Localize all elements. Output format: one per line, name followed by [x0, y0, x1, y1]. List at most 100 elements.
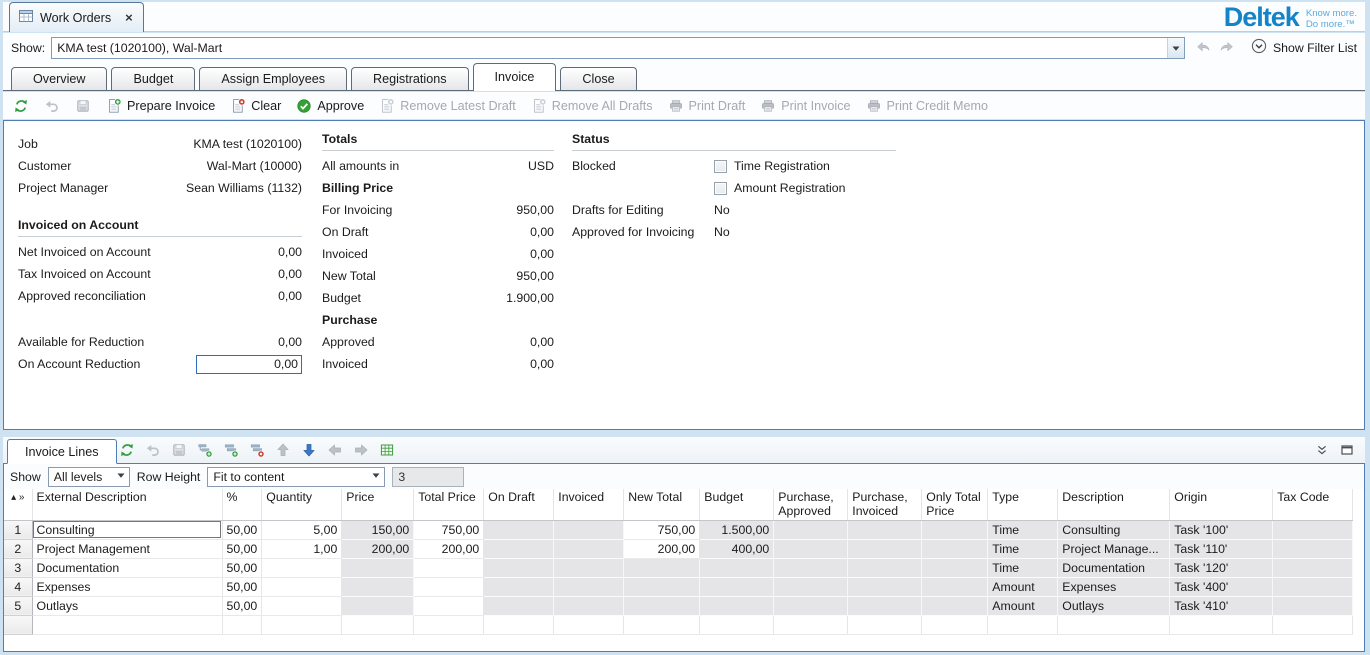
tab-overview[interactable]: Overview [11, 67, 107, 90]
col-header-price[interactable]: Price [342, 489, 414, 520]
row-number[interactable]: 1 [4, 520, 32, 539]
col-header-quantity[interactable]: Quantity [262, 489, 342, 520]
cell-[interactable]: 50,00 [222, 539, 262, 558]
show-combobox[interactable]: KMA test (1020100), Wal-Mart [51, 37, 1185, 59]
on-account-reduction-input[interactable]: 0,00 [196, 355, 302, 374]
cell-[interactable]: 50,00 [222, 558, 262, 577]
field-label: Blocked [572, 159, 714, 173]
cell-budget [700, 558, 774, 577]
refresh-icon [13, 98, 29, 114]
printer-icon [866, 98, 882, 114]
row-number[interactable]: 3 [4, 558, 32, 577]
tab-invoice[interactable]: Invoice [473, 63, 557, 91]
cell-purchase-invoiced [848, 596, 922, 615]
table-corner-cell[interactable]: ▴ » [4, 489, 32, 520]
cell-total-price[interactable] [414, 577, 484, 596]
invoice-lines-tab[interactable]: Invoice Lines [7, 439, 117, 464]
col-header-[interactable]: % [222, 489, 262, 520]
invoice-lines-panel: Invoice Lines Show All levels Row Height… [3, 437, 1365, 652]
collapse-panel-icon[interactable] [1314, 442, 1330, 460]
cell-tax-code [1273, 539, 1353, 558]
cell-origin: Task '100' [1170, 520, 1273, 539]
cell-external-description[interactable]: Outlays [32, 596, 222, 615]
cell-total-price[interactable]: 200,00 [414, 539, 484, 558]
refresh-button[interactable] [13, 98, 29, 114]
close-tab-icon[interactable]: × [125, 11, 133, 24]
cell-quantity[interactable] [262, 558, 342, 577]
cell-total-price[interactable] [414, 558, 484, 577]
nav-forward-icon [1218, 38, 1235, 57]
row-delete-icon [249, 442, 265, 458]
work-orders-document-tab[interactable]: Work Orders × [9, 2, 144, 32]
tab-assign-employees[interactable]: Assign Employees [199, 67, 347, 90]
cell-[interactable]: 50,00 [222, 577, 262, 596]
approve-button[interactable]: Approve [296, 98, 364, 114]
cell-total-price[interactable] [414, 596, 484, 615]
undo-button [44, 98, 60, 114]
col-header-purchase-invoiced[interactable]: Purchase, Invoiced [848, 489, 922, 520]
row-height-select[interactable]: Fit to content [207, 467, 385, 487]
arrow-down-button[interactable] [301, 442, 317, 458]
cell-new-total[interactable]: 200,00 [624, 539, 700, 558]
tab-budget[interactable]: Budget [111, 67, 195, 90]
show-levels-select[interactable]: All levels [48, 467, 130, 487]
col-header-origin[interactable]: Origin [1170, 489, 1273, 520]
row-add-button[interactable] [223, 442, 239, 458]
maximize-panel-icon[interactable] [1339, 442, 1355, 460]
cell-[interactable]: 50,00 [222, 596, 262, 615]
col-header-description[interactable]: Description [1058, 489, 1170, 520]
row-number[interactable]: 2 [4, 539, 32, 558]
cell-external-description[interactable]: Project Management [32, 539, 222, 558]
cell-purchase-approved [774, 558, 848, 577]
cell-description: Project Manage... [1058, 539, 1170, 558]
cell-external-description[interactable]: Documentation [32, 558, 222, 577]
cell-quantity[interactable] [262, 596, 342, 615]
cell-external-description[interactable]: Expenses [32, 577, 222, 596]
field-value: 0,00 [530, 357, 554, 371]
col-header-type[interactable]: Type [988, 489, 1058, 520]
prepare-invoice-button[interactable]: Prepare Invoice [106, 98, 215, 114]
tab-registrations[interactable]: Registrations [351, 67, 469, 90]
field-value: Wal-Mart (10000) [207, 159, 302, 173]
row-number[interactable]: 4 [4, 577, 32, 596]
grid-button[interactable] [379, 442, 395, 458]
field-row: Net Invoiced on Account0,00 [18, 241, 302, 263]
field-value: KMA test (1020100) [193, 137, 302, 151]
cell-quantity[interactable] [262, 577, 342, 596]
field-label: Invoiced [322, 357, 530, 371]
cell-quantity[interactable]: 1,00 [262, 539, 342, 558]
cell-on-draft [484, 539, 554, 558]
invoice-detail-panel: JobKMA test (1020100)CustomerWal-Mart (1… [3, 120, 1365, 430]
refresh-button[interactable] [119, 442, 135, 458]
cell-on-draft [484, 558, 554, 577]
cell-new-total[interactable]: 750,00 [624, 520, 700, 539]
checkbox-amount-registration[interactable] [714, 182, 727, 195]
row-number[interactable]: 5 [4, 596, 32, 615]
field-label: All amounts in [322, 159, 528, 173]
checkbox-time-registration[interactable] [714, 160, 727, 173]
col-header-on-draft[interactable]: On Draft [484, 489, 554, 520]
cell-[interactable]: 50,00 [222, 520, 262, 539]
col-header-external-description[interactable]: External Description [32, 489, 222, 520]
col-header-new-total[interactable]: New Total [624, 489, 700, 520]
show-filter-list-button[interactable]: Show Filter List [1251, 38, 1357, 57]
cell-total-price[interactable]: 750,00 [414, 520, 484, 539]
combo-dropdown-icon[interactable] [1167, 38, 1184, 58]
col-header-only-total-price[interactable]: Only Total Price [922, 489, 988, 520]
row-add-child-button[interactable] [197, 442, 213, 458]
cell-quantity[interactable]: 5,00 [262, 520, 342, 539]
field-label: On Account Reduction [18, 357, 196, 371]
tab-close[interactable]: Close [560, 67, 636, 90]
table-row: 2Project Management50,001,00 200,00 200,00… [4, 539, 1353, 558]
col-header-total-price[interactable]: Total Price [414, 489, 484, 520]
col-header-budget[interactable]: Budget [700, 489, 774, 520]
col-header-invoiced[interactable]: Invoiced [554, 489, 624, 520]
cell-type: Amount [988, 596, 1058, 615]
field-row: Project ManagerSean Williams (1132) [18, 177, 302, 199]
cell-external-description[interactable]: Consulting [32, 520, 222, 539]
row-delete-button[interactable] [249, 442, 265, 458]
col-header-tax-code[interactable]: Tax Code [1273, 489, 1353, 520]
clear-button[interactable]: Clear [230, 98, 281, 114]
col-header-purchase-approved[interactable]: Purchase, Approved [774, 489, 848, 520]
undo-button [145, 442, 161, 458]
